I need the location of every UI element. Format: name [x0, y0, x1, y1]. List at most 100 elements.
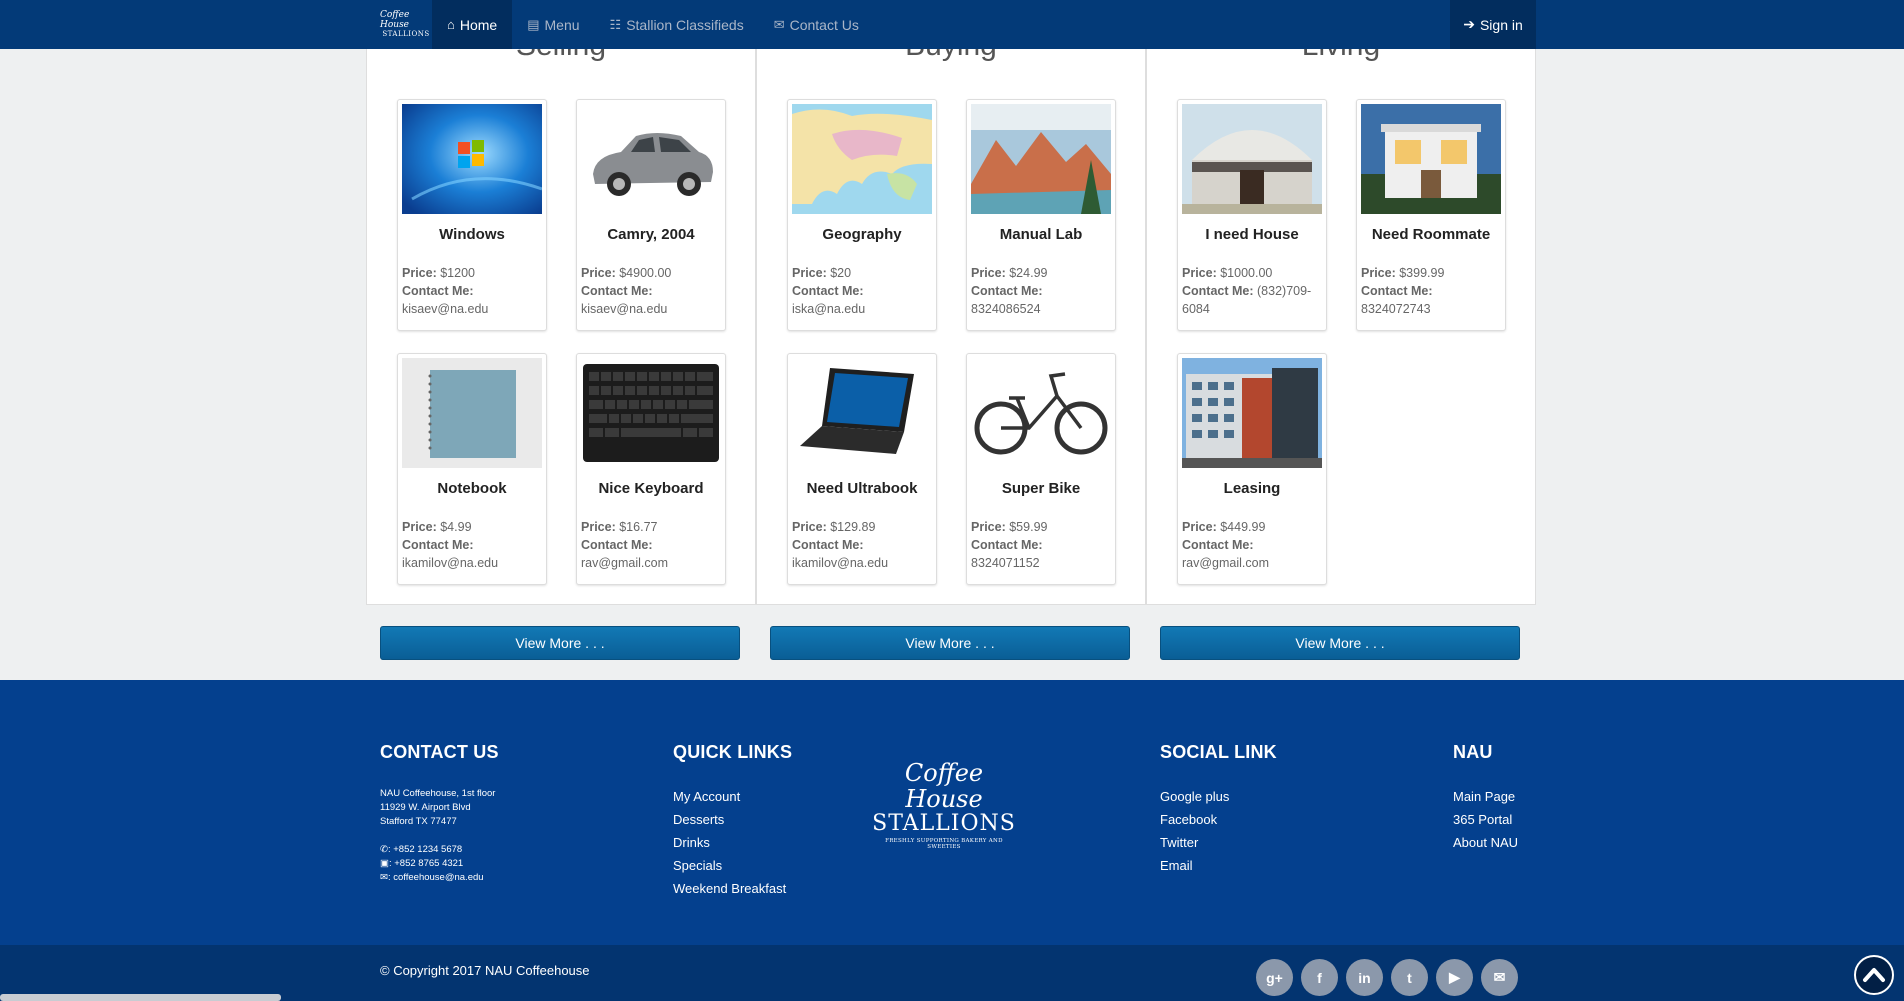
home-icon: ⌂ [447, 17, 455, 32]
footer-link[interactable]: My Account [673, 785, 792, 808]
footer-contact: CONTACT US NAU Coffeehouse, 1st floor 11… [380, 742, 499, 885]
linkedin-icon[interactable]: in [1346, 959, 1383, 996]
card-title: Super Bike [1001, 480, 1081, 497]
card-title: I need House [1205, 226, 1299, 243]
footer-nau-links: NAU Main Page 365 Portal About NAU [1453, 742, 1518, 854]
price-label: Price: [581, 266, 616, 280]
twitter-icon[interactable]: t [1391, 959, 1428, 996]
footer-link[interactable]: Email [1160, 854, 1277, 877]
price-value: $20 [830, 266, 852, 280]
listing-card[interactable]: Manual Lab Price: $24.99 Contact Me: 832… [966, 99, 1116, 331]
footer-link[interactable]: Specials [673, 854, 792, 877]
top-navbar: Coffee House STALLIONS ⌂ Home ▤ Menu ☷ S… [0, 0, 1904, 49]
contact-value: iska@na.edu [792, 302, 866, 316]
listing-card[interactable]: Leasing Price: $449.99 Contact Me: rav@g… [1177, 353, 1327, 585]
view-more-living-button[interactable]: View More . . . [1160, 626, 1520, 660]
nav-menu[interactable]: ▤ Menu [512, 0, 594, 49]
address-line: 11929 W. Airport Blvd [380, 802, 471, 813]
book-icon: ▤ [527, 16, 540, 32]
car-icon [581, 104, 721, 214]
sign-in-icon: ➔ [1463, 16, 1475, 32]
notebook-icon [402, 358, 542, 468]
nav-contact[interactable]: ✉ Contact Us [759, 0, 874, 49]
list-icon: ☷ [609, 16, 622, 32]
listing-card[interactable]: Windows Price: $1200 Contact Me: kisaev@… [397, 99, 547, 331]
footer-link[interactable]: Main Page [1453, 785, 1518, 808]
contact-value: 8324086524 [971, 302, 1041, 316]
listing-card[interactable]: Need Roommate Price: $399.99 Contact Me:… [1356, 99, 1506, 331]
contact-label: Contact Me: [402, 284, 474, 298]
price-value: $129.89 [830, 520, 876, 534]
contact-label: Contact Me: [971, 284, 1043, 298]
card-info: Price: $4.99 Contact Me: ikamilov@na.edu [402, 518, 542, 572]
price-value: $1200 [440, 266, 475, 280]
contact-label: Contact Me: [581, 284, 653, 298]
card-info: Price: $24.99 Contact Me: 8324086524 [971, 264, 1111, 318]
listing-card[interactable]: I need House Price: $1000.00 Contact Me:… [1177, 99, 1327, 331]
contact-label: Contact Me: [792, 284, 864, 298]
footer-social-links: SOCIAL LINK Google plus Facebook Twitter… [1160, 742, 1277, 877]
listing-card[interactable]: Geography Price: $20 Contact Me: iska@na… [787, 99, 937, 331]
footer-link[interactable]: 365 Portal [1453, 808, 1518, 831]
price-value: $449.99 [1220, 520, 1266, 534]
card-title: Need Roommate [1371, 226, 1491, 243]
card-info: Price: $1000.00 Contact Me: (832)709-608… [1182, 264, 1322, 318]
price-value: $399.99 [1399, 266, 1445, 280]
bicycle-icon [971, 358, 1111, 468]
listing-card[interactable]: Nice Keyboard Price: $16.77 Contact Me: … [576, 353, 726, 585]
listing-card[interactable]: Need Ultrabook Price: $129.89 Contact Me… [787, 353, 937, 585]
google-plus-icon[interactable]: g+ [1256, 959, 1293, 996]
card-title: Geography [822, 226, 902, 243]
footer-link[interactable]: Weekend Breakfast [673, 877, 792, 900]
footer-link[interactable]: Facebook [1160, 808, 1277, 831]
card-info: Price: $4900.00 Contact Me: kisaev@na.ed… [581, 264, 721, 318]
nav-classifieds[interactable]: ☷ Stallion Classifieds [595, 0, 759, 49]
card-title: Camry, 2004 [607, 226, 695, 243]
email-icon[interactable]: ✉ [1481, 959, 1518, 996]
footer-link[interactable]: Google plus [1160, 785, 1277, 808]
brand-logo[interactable]: Coffee House STALLIONS [380, 0, 432, 49]
footer-logo-tagline: FRESHLY SUPPORTING BAKERY AND SWEETIES [885, 838, 1003, 850]
listing-card[interactable]: Super Bike Price: $59.99 Contact Me: 832… [966, 353, 1116, 585]
contact-value: 8324071152 [971, 556, 1040, 570]
footer-quick-links: QUICK LINKS My Account Desserts Drinks S… [673, 742, 792, 900]
address-line: NAU Coffeehouse, 1st floor [380, 788, 496, 799]
facebook-icon[interactable]: f [1301, 959, 1338, 996]
contact-label: Contact Me: [1361, 284, 1433, 298]
footer-nau-heading: NAU [1453, 742, 1493, 762]
horizontal-scrollbar[interactable] [0, 994, 281, 1001]
card-info: Price: $16.77 Contact Me: rav@gmail.com [581, 518, 721, 572]
scroll-to-top-button[interactable] [1854, 955, 1894, 995]
footer-link[interactable]: About NAU [1453, 831, 1518, 854]
footer-social-heading: SOCIAL LINK [1160, 742, 1277, 762]
footer-link[interactable]: Desserts [673, 808, 792, 831]
footer-link[interactable]: Drinks [673, 831, 792, 854]
view-more-buying-button[interactable]: View More . . . [770, 626, 1130, 660]
view-more-selling-button[interactable]: View More . . . [380, 626, 740, 660]
price-label: Price: [1361, 266, 1396, 280]
chevron-up-icon [1863, 968, 1885, 982]
address-line: Stafford TX 77477 [380, 816, 457, 827]
listing-card[interactable]: Camry, 2004 Price: $4900.00 Contact Me: … [576, 99, 726, 331]
contact-value: kisaev@na.edu [581, 302, 668, 316]
sign-in-button[interactable]: ➔ Sign in [1450, 0, 1536, 49]
footer-contact-heading: CONTACT US [380, 742, 499, 762]
nav-menu-label: Menu [544, 16, 580, 33]
building-icon [1182, 358, 1322, 468]
windows-icon [402, 104, 542, 214]
fax-icon: ▣ [380, 858, 389, 869]
envelope-icon: ✉ [773, 16, 785, 32]
price-value: $59.99 [1009, 520, 1048, 534]
price-value: $4.99 [440, 520, 472, 534]
yurt-icon [1182, 104, 1322, 214]
email-address[interactable]: : coffeehouse@na.edu [388, 872, 484, 883]
nav-home[interactable]: ⌂ Home [432, 0, 513, 49]
card-info: Price: $399.99 Contact Me: 8324072743 [1361, 264, 1501, 318]
listing-card[interactable]: Notebook Price: $4.99 Contact Me: ikamil… [397, 353, 547, 585]
card-title: Notebook [437, 480, 507, 497]
contact-label: Contact Me: [1182, 538, 1254, 552]
footer-link[interactable]: Twitter [1160, 831, 1277, 854]
social-icons: g+ f in t ▶ ✉ [1256, 959, 1518, 996]
fax-number: : +852 8765 4321 [388, 858, 464, 869]
youtube-icon[interactable]: ▶ [1436, 959, 1473, 996]
